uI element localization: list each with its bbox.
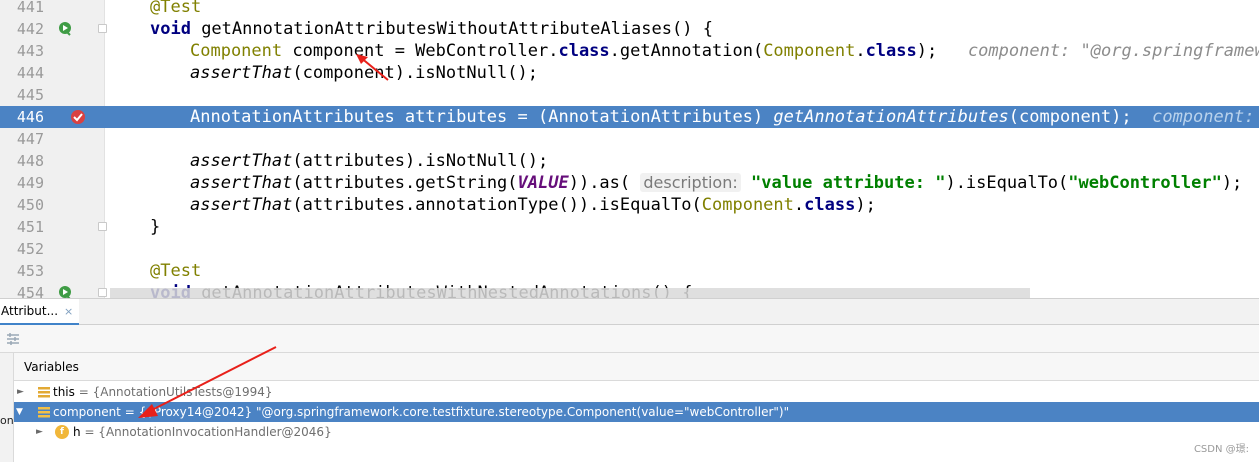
parameter-hint: description: [640, 173, 741, 192]
line-number: 446 [0, 106, 44, 128]
object-icon [38, 407, 50, 418]
line-number: 447 [16, 130, 44, 148]
expand-arrow-icon[interactable]: ► [17, 382, 24, 402]
code-line[interactable]: 443 Component component = WebController.… [0, 40, 1259, 62]
watermark: CSDN @璟: [1193, 444, 1249, 455]
object-icon [38, 387, 50, 398]
run-test-icon[interactable] [58, 21, 74, 37]
code-line[interactable]: 442 void getAnnotationAttributesWithoutA… [0, 18, 1259, 40]
code-line[interactable]: 449 assertThat(attributes.getString(VALU… [0, 172, 1259, 194]
line-number: 443 [16, 42, 44, 60]
frames-panel-label: on [0, 414, 14, 427]
expand-arrow-icon[interactable]: ► [36, 422, 43, 442]
code-line[interactable]: 450 assertThat(attributes.annotationType… [0, 194, 1259, 216]
code-line[interactable]: 447 [0, 128, 1259, 150]
fold-marker-icon[interactable] [98, 288, 107, 297]
collapse-arrow-icon[interactable]: ▼ [16, 402, 23, 422]
code-text: assertThat(attributes.getString(VALUE)).… [190, 173, 1243, 193]
variable-text: h = {AnnotationInvocationHandler@2046} [73, 422, 332, 442]
fold-marker-icon[interactable] [98, 24, 107, 33]
code-text: void getAnnotationAttributesWithoutAttri… [150, 19, 713, 39]
run-test-icon[interactable] [58, 285, 74, 298]
line-number: 442 [16, 20, 44, 38]
line-number: 449 [16, 174, 44, 192]
code-text: assertThat(attributes).isNotNull(); [190, 151, 549, 171]
variable-value: = {AnnotationInvocationHandler@2046} [84, 425, 332, 439]
current-execution-line[interactable]: 446 AnnotationAttributes attributes = (A… [0, 106, 1259, 128]
code-line[interactable]: 448 assertThat(attributes).isNotNull(); [0, 150, 1259, 172]
code-text: @Test [150, 0, 202, 17]
field-icon: f [55, 425, 69, 439]
debug-tab-bar: Attribut... × [0, 298, 1259, 325]
line-number: 444 [16, 64, 44, 82]
code-line[interactable]: 452 [0, 238, 1259, 260]
close-icon[interactable]: × [64, 305, 73, 318]
code-text: AnnotationAttributes attributes = (Annot… [190, 106, 1259, 128]
line-number: 451 [16, 218, 44, 236]
frames-panel-edge [0, 353, 14, 462]
inline-debug-value: component: "@org.springframework [967, 41, 1259, 61]
line-number: 445 [16, 86, 44, 104]
breakpoint-icon[interactable] [70, 109, 86, 125]
inline-debug-value: component: "@ [1152, 107, 1255, 127]
variable-name: component [53, 405, 121, 419]
code-line[interactable]: 445 [0, 84, 1259, 106]
line-number: 453 [16, 262, 44, 280]
variable-row[interactable]: ► f h = {AnnotationInvocationHandler@204… [14, 422, 1259, 442]
annotation-arrow-icon [138, 346, 277, 418]
line-number: 454 [16, 284, 44, 298]
line-number: 441 [16, 0, 44, 16]
code-line[interactable]: 441 @Test [0, 0, 1259, 18]
horizontal-scrollbar[interactable] [110, 288, 1030, 298]
code-line[interactable]: 453 @Test [0, 260, 1259, 282]
fold-marker-icon[interactable] [98, 222, 107, 231]
code-editor[interactable]: 441 @Test 442 void getAnnotationAttribut… [0, 0, 1259, 298]
line-number: 448 [16, 152, 44, 170]
variable-name: this [53, 385, 75, 399]
variables-title: Variables [24, 360, 79, 374]
annotation-arrow-icon [356, 54, 389, 81]
code-line[interactable]: 451 } [0, 216, 1259, 238]
line-number: 452 [16, 240, 44, 258]
line-number: 450 [16, 196, 44, 214]
debug-session-tab[interactable]: Attribut... × [0, 299, 80, 325]
code-text: assertThat(attributes.annotationType()).… [190, 195, 876, 215]
code-text: } [150, 217, 161, 237]
variable-name: h [73, 425, 81, 439]
layout-settings-icon[interactable] [6, 332, 20, 346]
debug-tab-label: Attribut... [1, 304, 59, 318]
code-line[interactable]: 444 assertThat(component).isNotNull(); [0, 62, 1259, 84]
code-text: @Test [150, 261, 202, 281]
